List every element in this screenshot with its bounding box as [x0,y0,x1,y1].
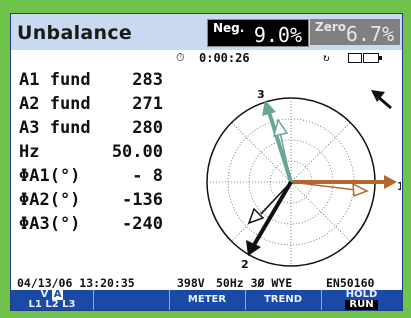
reading-row: A2 fund 271 [17,94,207,118]
softkey-hold-run[interactable]: HOLD RUN [321,290,402,310]
softkey-run-label: RUN [345,300,378,310]
reading-value: - 8 [132,166,163,186]
reading-label: A1 fund [19,70,91,90]
page-title: Unbalance [17,22,133,44]
reading-value: 283 [132,70,163,90]
reading-row: ΦA3(°) -240 [17,214,207,238]
reading-value: 271 [132,94,163,114]
device-frame: Unbalance Neg. 9.0% Zero 6.7% ⏱ 0:00:26 … [0,0,411,318]
phase3-voltage-arrowhead [272,118,289,138]
zero-value: 6.7% [345,22,394,46]
softkey-phase-select[interactable]: V A L1 L2 L3 [11,290,94,310]
negative-unbalance-box: Neg. 9.0% [207,19,309,47]
reading-label: A2 fund [19,94,91,114]
standard-text: EN50160 [326,276,375,290]
reading-label: ΦA2(°) [19,190,81,210]
reading-row: Hz 50.00 [17,142,207,166]
datetime-text: 04/13/06 13:20:35 [17,276,135,290]
phase1-label: 1 [397,180,401,193]
config-text: 50Hz 3Ø WYE [216,276,293,290]
phase2-label: 2 [241,258,249,270]
softkey-phase-bottom: L1 L2 L3 [28,299,76,310]
phase1-voltage-arrowhead [352,182,369,198]
reading-label: A3 fund [19,118,91,138]
voltage-text: 398V [177,276,205,290]
reading-row: ΦA1(°) - 8 [17,166,207,190]
softkey-meter-label: METER [187,294,227,305]
clock-icon: ⏱ [176,51,185,64]
reading-value: 50.00 [111,142,163,162]
negative-label: Neg. [213,21,245,35]
instrument-screen: Unbalance Neg. 9.0% Zero 6.7% ⏱ 0:00:26 … [10,13,403,311]
softkey-bar: V A L1 L2 L3 METER TREND HOLD RUN [11,290,402,310]
reading-value: -136 [122,190,163,210]
phasor-diagram: 1 3 2 [206,88,401,270]
reading-row: ΦA2(°) -136 [17,190,207,214]
readings-list: A1 fund 283 A2 fund 271 A3 fund 280 Hz 5… [17,70,207,238]
softkey-trend-label: TREND [263,294,303,305]
reading-row: A1 fund 283 [17,70,207,94]
reading-value: 280 [132,118,163,138]
softkey-meter[interactable]: METER [169,290,246,310]
zero-unbalance-box: Zero 6.7% [310,19,400,46]
reading-value: -240 [122,214,163,234]
reading-label: ΦA3(°) [19,214,81,234]
zero-label: Zero [315,20,347,34]
negative-value: 9.0% [253,23,302,47]
reading-row: A3 fund 280 [17,118,207,142]
reading-label: Hz [19,142,40,162]
reading-label: ΦA1(°) [19,166,81,186]
softkey-blank[interactable] [93,290,170,310]
softkey-trend[interactable]: TREND [245,290,322,310]
info-bar: 04/13/06 13:20:35 398V 50Hz 3Ø WYE EN501… [11,276,402,290]
phase1-arrowhead [384,175,397,189]
title-bar: Unbalance Neg. 9.0% Zero 6.7% [11,14,402,50]
phase3-label: 3 [257,88,265,101]
